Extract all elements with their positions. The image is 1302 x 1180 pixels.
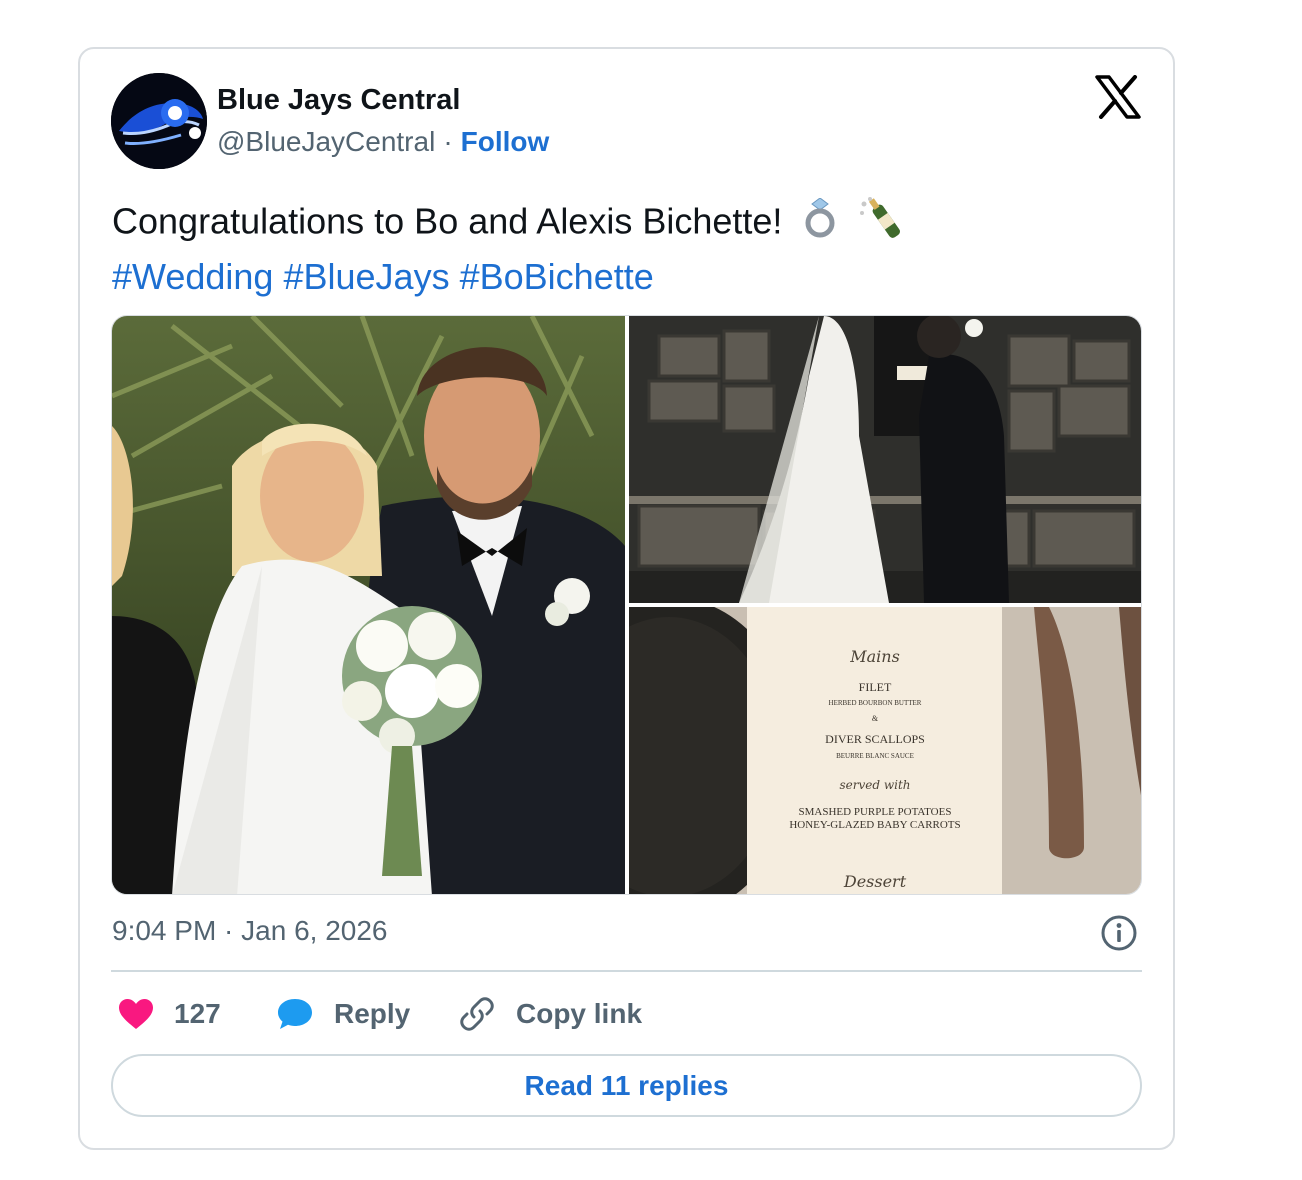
hashtag-wedding[interactable]: #Wedding (112, 256, 273, 297)
menu-side2: HONEY-GLAZED BABY CARROTS (789, 819, 960, 831)
menu-item1: FILET (859, 680, 892, 694)
separator-dot: · (443, 126, 453, 157)
info-icon[interactable] (1100, 914, 1138, 952)
avatar[interactable] (111, 73, 207, 169)
author-name[interactable]: Blue Jays Central (217, 84, 460, 117)
menu-mains: Mains (849, 647, 900, 666)
menu-item1-desc: HERBED BOURBON BUTTER (829, 699, 922, 707)
hashtag-bobichette[interactable]: #BoBichette (460, 256, 654, 297)
ring-emoji-icon (802, 197, 838, 250)
menu-side1: SMASHED PURPLE POTATOES (799, 806, 952, 818)
blue-jays-logo-icon (111, 73, 207, 169)
tweet-text: Congratulations to Bo and Alexis Bichett… (112, 196, 910, 301)
menu-amp: & (872, 714, 879, 723)
photo-menu[interactable]: Mains FILET HERBED BOURBON BUTTER & DIVE… (629, 607, 1141, 894)
menu-item2: DIVER SCALLOPS (825, 732, 925, 746)
copy-link-label: Copy link (516, 998, 643, 1029)
tweet-body: Congratulations to Bo and Alexis Bichett… (112, 200, 783, 242)
champagne-emoji-icon (858, 196, 910, 252)
menu-dessert: Dessert (843, 872, 907, 891)
divider (111, 970, 1142, 972)
tweet-timestamp[interactable]: 9:04 PM · Jan 6, 2026 (112, 915, 388, 947)
link-icon (460, 997, 494, 1031)
copy-link-button[interactable]: Copy link (458, 994, 642, 1034)
read-replies-button[interactable]: Read 11 replies (111, 1054, 1142, 1117)
reply-button[interactable]: Reply (276, 994, 410, 1034)
reply-bubble-icon (278, 999, 312, 1029)
hashtag-bluejays[interactable]: #BlueJays (283, 256, 449, 297)
photo-couple[interactable] (112, 316, 625, 894)
like-count: 127 (174, 998, 221, 1029)
menu-item2-desc: BEURRE BLANC SAUCE (836, 752, 914, 760)
like-button[interactable]: 127 (118, 994, 221, 1034)
menu-served-with: served with (839, 778, 910, 792)
heart-icon (119, 999, 153, 1029)
follow-button[interactable]: Follow (461, 126, 550, 157)
author-handle-row: @BlueJayCentral · Follow (217, 126, 549, 158)
media-grid[interactable]: Mains FILET HERBED BOURBON BUTTER & DIVE… (111, 315, 1142, 895)
reply-label: Reply (334, 998, 411, 1029)
x-logo-icon[interactable] (1095, 75, 1141, 119)
author-handle[interactable]: @BlueJayCentral (217, 126, 435, 157)
photo-ceremony[interactable] (629, 316, 1141, 603)
